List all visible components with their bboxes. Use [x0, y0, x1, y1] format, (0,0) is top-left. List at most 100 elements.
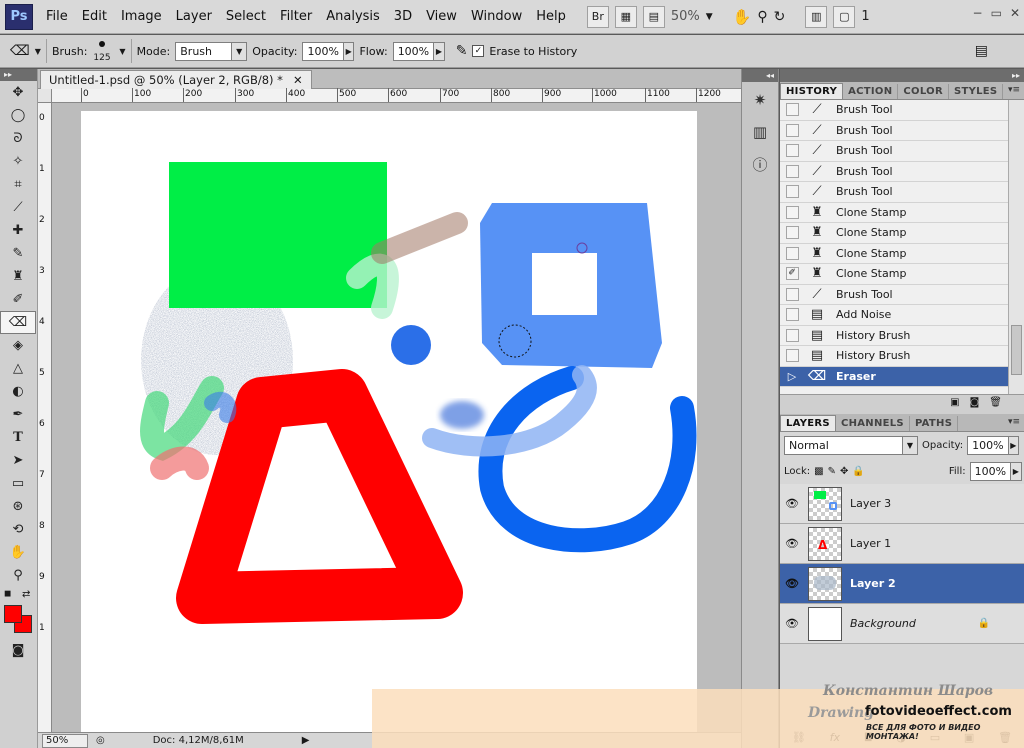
film-strip-icon[interactable]: ▦: [614, 5, 637, 28]
eye-icon[interactable]: 👁: [780, 577, 804, 590]
flow-field[interactable]: 100% ▶: [392, 41, 445, 61]
layer-thumbnail[interactable]: Δ: [808, 526, 842, 561]
panel-menu-icon[interactable]: ▾≡: [1008, 417, 1020, 427]
toolbox-collapse[interactable]: ▸▸: [0, 69, 37, 81]
history-item[interactable]: ♜ Clone Stamp: [780, 244, 1024, 264]
history-item[interactable]: ⟋ Brush Tool: [780, 161, 1024, 182]
pen-tool-icon[interactable]: ✒: [0, 403, 36, 426]
eyedropper-tool-icon[interactable]: ⟋: [0, 196, 36, 219]
default-colors[interactable]: ◼ ⇄: [0, 587, 37, 605]
brush-tool-icon[interactable]: ✎: [0, 242, 36, 265]
erase-to-history-checkbox[interactable]: ✓: [472, 45, 485, 57]
status-zoom[interactable]: 50%: [42, 733, 88, 748]
new-document-from-state-icon[interactable]: ▣: [950, 397, 959, 408]
marquee-tool-icon[interactable]: ◯: [0, 104, 36, 127]
screen-mode-icon[interactable]: ▢: [833, 5, 856, 28]
document-tab[interactable]: Untitled-1.psd @ 50% (Layer 2, RGB/8) * …: [40, 70, 312, 89]
history-source-slot[interactable]: [780, 202, 804, 222]
lock-transparency-icon[interactable]: ▩: [814, 466, 823, 477]
ruler-origin[interactable]: [38, 89, 52, 103]
history-scrollbar[interactable]: [1008, 100, 1024, 394]
history-source-slot[interactable]: [780, 223, 804, 243]
3d-rotate-tool-icon[interactable]: ⊛: [0, 495, 36, 518]
hand-tool-icon[interactable]: ✋: [0, 541, 36, 564]
preset-dropdown-icon[interactable]: ▼: [35, 47, 41, 56]
layer-thumbnail[interactable]: [808, 486, 842, 521]
restore-icon[interactable]: ▭: [991, 6, 1002, 20]
history-source-slot[interactable]: [780, 161, 804, 181]
swap-colors-icon[interactable]: ⇄: [22, 589, 30, 600]
history-source-slot[interactable]: [780, 100, 804, 120]
menu-file[interactable]: File: [39, 9, 75, 24]
history-item[interactable]: ⟋ Brush Tool: [780, 100, 1024, 121]
layer-row[interactable]: 👁 Δ Layer 1: [780, 524, 1024, 564]
tab-actions[interactable]: ACTION: [843, 84, 899, 99]
history-source-slot[interactable]: [780, 284, 804, 304]
panel-toggle-icon[interactable]: ▤: [975, 43, 988, 59]
menu-analysis[interactable]: Analysis: [319, 9, 387, 24]
clone-stamp-tool-icon[interactable]: ♜: [0, 265, 36, 288]
tab-channels[interactable]: CHANNELS: [836, 416, 910, 431]
layer-thumbnail[interactable]: [808, 566, 842, 601]
history-item[interactable]: ⟋ Brush Tool: [780, 120, 1024, 141]
arrange-documents-icon[interactable]: ▥: [805, 5, 828, 28]
new-snapshot-icon[interactable]: ◙: [970, 397, 980, 408]
tab-color[interactable]: COLOR: [898, 84, 949, 99]
zoom-tool-icon[interactable]: ⚲: [0, 564, 36, 587]
history-source-slot[interactable]: [780, 182, 804, 202]
history-item[interactable]: ▤ History Brush: [780, 325, 1024, 346]
shape-tool-icon[interactable]: ▭: [0, 472, 36, 495]
blur-tool-icon[interactable]: △: [0, 357, 36, 380]
history-source-slot[interactable]: [780, 305, 804, 325]
lock-position-icon[interactable]: ✥: [840, 466, 848, 477]
quick-selection-tool-icon[interactable]: ✧: [0, 150, 36, 173]
lasso-tool-icon[interactable]: ᘐ: [0, 127, 36, 150]
menu-select[interactable]: Select: [219, 9, 273, 24]
layer-name[interactable]: Layer 1: [850, 537, 891, 550]
history-source-slot[interactable]: [780, 325, 804, 345]
history-item[interactable]: ✐ ♜ Clone Stamp: [780, 264, 1024, 285]
dock-collapse-icon[interactable]: ◂◂: [742, 69, 778, 82]
airbrush-icon[interactable]: ✎: [456, 43, 468, 59]
layer-name[interactable]: Layer 3: [850, 497, 891, 510]
scroll-thumb[interactable]: [1011, 325, 1022, 375]
info-icon[interactable]: ⓘ: [745, 150, 775, 178]
history-item-selected[interactable]: ▷ ⌫ Eraser: [780, 366, 1024, 387]
menu-3d[interactable]: 3D: [387, 9, 419, 24]
histogram-icon[interactable]: ▥: [745, 118, 775, 146]
crop-tool-icon[interactable]: ⌗: [0, 173, 36, 196]
tab-history[interactable]: HISTORY: [780, 83, 844, 99]
layer-name[interactable]: Background: [850, 617, 916, 630]
foreground-color-swatch[interactable]: [4, 605, 22, 623]
quick-mask-icon[interactable]: ◙: [0, 639, 36, 662]
eraser-preset-icon[interactable]: ⌫: [10, 43, 30, 59]
tab-paths[interactable]: PATHS: [910, 416, 959, 431]
history-item[interactable]: ▤ History Brush: [780, 346, 1024, 367]
hand-icon[interactable]: ✋: [733, 8, 752, 26]
menu-image[interactable]: Image: [114, 9, 169, 24]
horizontal-ruler[interactable]: 0 100 200 300 400 500 600 700 800 900 10…: [52, 88, 741, 103]
close-icon[interactable]: ✕: [1010, 6, 1020, 20]
type-tool-icon[interactable]: T: [0, 426, 36, 449]
history-brush-tool-icon[interactable]: ✐: [0, 288, 36, 311]
tab-layers[interactable]: LAYERS: [780, 415, 836, 431]
layer-opacity-field[interactable]: 100% ▶: [967, 435, 1020, 455]
3d-orbit-tool-icon[interactable]: ⟲: [0, 518, 36, 541]
layer-row[interactable]: 👁 Background 🔒: [780, 604, 1024, 644]
bridge-button[interactable]: Br: [586, 5, 609, 28]
layer-row-selected[interactable]: 👁 Layer 2: [780, 564, 1024, 604]
opacity-field[interactable]: 100% ▶: [302, 41, 355, 61]
layer-thumbnail[interactable]: [808, 606, 842, 641]
history-item[interactable]: ♜ Clone Stamp: [780, 223, 1024, 244]
path-selection-tool-icon[interactable]: ➤: [0, 449, 36, 472]
tab-styles[interactable]: STYLES: [949, 84, 1004, 99]
brush-preset-picker[interactable]: 125: [92, 37, 114, 65]
grid-icon[interactable]: ▤: [642, 5, 665, 28]
rotate-view-icon[interactable]: ↻: [774, 9, 786, 25]
paint-bucket-tool-icon[interactable]: ◈: [0, 334, 36, 357]
blend-mode-select[interactable]: Normal ▼: [784, 435, 918, 455]
history-source-slot[interactable]: [780, 141, 804, 161]
history-source-slot[interactable]: [780, 120, 804, 140]
lock-all-icon[interactable]: 🔒: [852, 466, 864, 477]
status-menu-icon[interactable]: ▶: [302, 735, 310, 746]
